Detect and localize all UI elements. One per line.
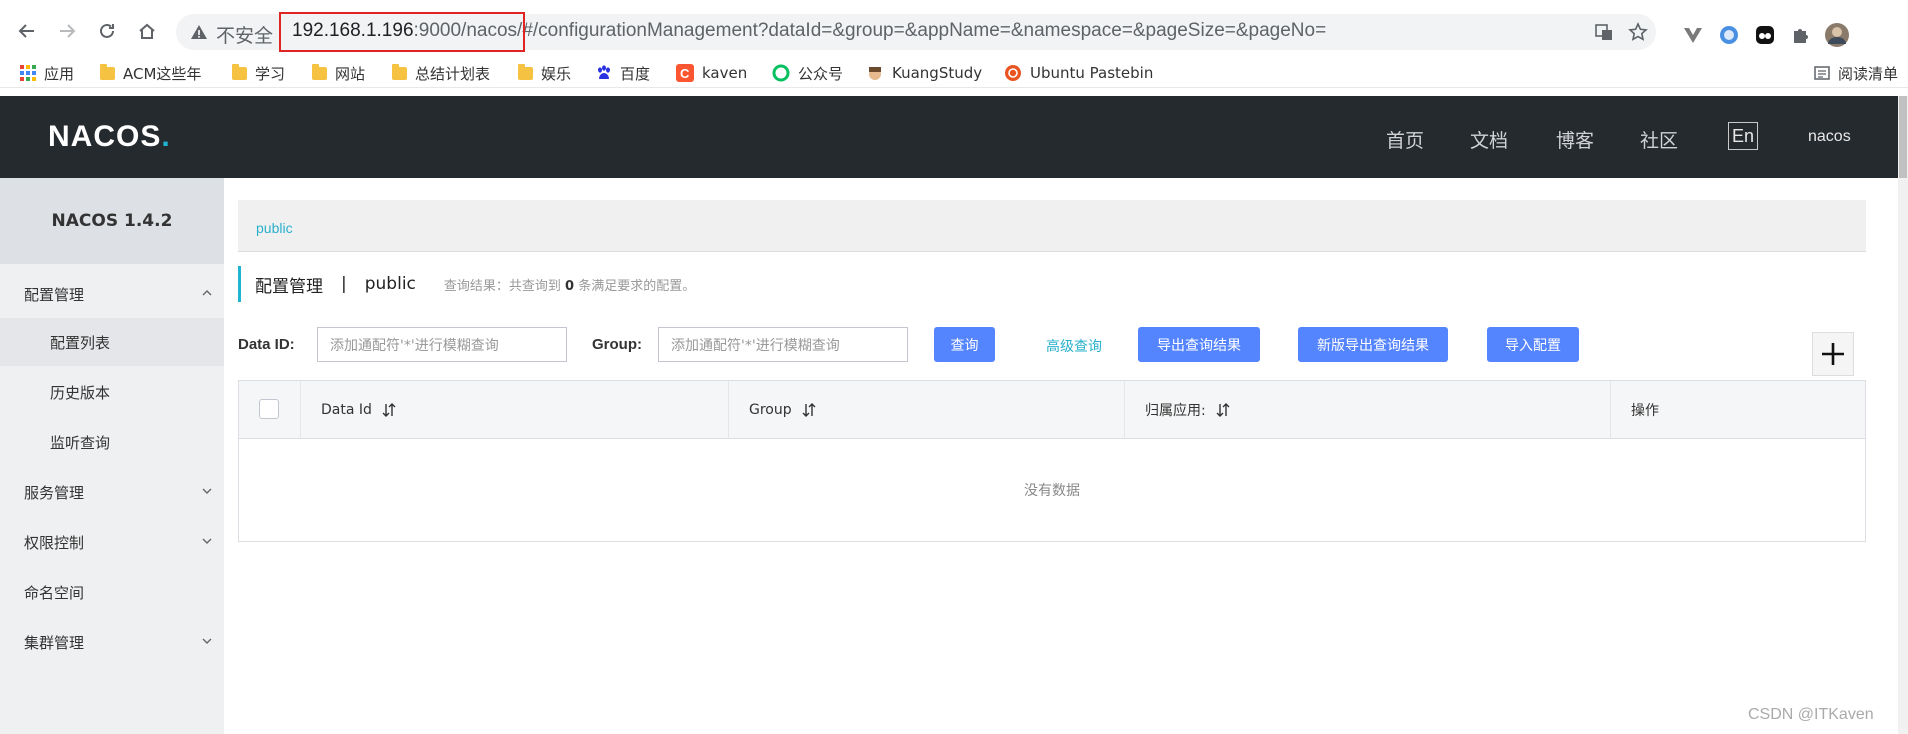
watermark: CSDN @ITKaven [1748,706,1874,723]
folder-icon [518,63,533,80]
config-table: Data Id Group 归属应用: 操作 没有数据 [238,380,1866,542]
warning-icon [191,25,207,39]
puzzle-icon[interactable] [1788,22,1814,48]
address-bar[interactable]: 不安全 192.168.1.196:9000/nacos/#/configura… [176,12,1656,52]
back-icon[interactable] [14,18,40,44]
home-icon[interactable] [134,18,160,44]
empty-state: 没有数据 [1024,483,1080,499]
import-config-button[interactable]: 导入配置 [1487,327,1579,362]
nav-community[interactable]: 社区 [1640,126,1678,153]
page-scrollbar[interactable] [1898,96,1908,734]
select-all-checkbox[interactable] [259,399,279,419]
nav-docs[interactable]: 文档 [1470,126,1508,153]
sidebar-item-history[interactable]: 历史版本 [0,368,224,416]
table-header: Data Id Group 归属应用: 操作 [239,381,1865,439]
sort-icon[interactable] [802,402,816,418]
bookmark-kuangstudy[interactable]: KuangStudy [866,62,982,84]
column-group[interactable]: Group [729,381,1125,439]
sidebar-item-cluster-management[interactable]: 集群管理 [0,618,224,666]
star-icon[interactable] [1628,22,1648,42]
folder-icon [392,63,407,80]
bookmark-fun[interactable]: 娱乐 [518,62,571,84]
namespace-bar: public [238,200,1866,252]
column-actions: 操作 [1631,403,1659,419]
export-button[interactable]: 导出查询结果 [1138,327,1260,362]
sidebar-item-service-management[interactable]: 服务管理 [0,468,224,516]
reading-list-icon [1814,66,1830,80]
sort-icon[interactable] [382,402,396,418]
csdn-c-icon: C [676,64,694,82]
apps-grid-icon [20,65,36,81]
user-name[interactable]: nacos [1808,128,1851,146]
add-config-button[interactable] [1812,332,1854,376]
svg-text:C: C [680,66,690,81]
bookmark-kaven[interactable]: C kaven [676,62,747,84]
bookmarks-bar: 应用 ACM这些年 学习 网站 总结计划表 娱乐 百度 C kaven 公众号 … [0,58,1908,88]
plus-icon [1822,343,1844,365]
ubuntu-icon [1005,65,1021,81]
bookmark-baidu[interactable]: 百度 [596,62,650,84]
avatar[interactable] [1824,22,1850,48]
baidu-paw-icon [598,65,610,79]
folder-icon [312,63,327,80]
group-input[interactable]: 添加通配符'*'进行模糊查询 [658,327,908,362]
language-toggle-button[interactable]: En [1728,122,1758,150]
dataid-input[interactable]: 添加通配符'*'进行模糊查询 [317,327,567,362]
reload-icon[interactable] [94,18,120,44]
folder-icon [100,63,115,80]
sidebar-item-config-list[interactable]: 配置列表 [0,318,224,366]
query-button[interactable]: 查询 [934,327,995,362]
nacos-logo[interactable]: NACOS. [48,120,171,154]
chevron-down-icon [202,538,212,544]
advanced-query-link[interactable]: 高级查询 [1046,336,1102,356]
select-all-cell [239,381,301,439]
folder-icon [232,63,247,80]
translate-icon[interactable] [1594,22,1614,42]
chevron-up-icon [202,290,212,296]
nav-blog[interactable]: 博客 [1556,126,1594,153]
sidebar: NACOS 1.4.2 配置管理 配置列表 历史版本 监听查询 服务管理 权限控… [0,178,224,734]
scrollbar-thumb[interactable] [1899,96,1907,178]
bookmark-ubuntu-pastebin[interactable]: Ubuntu Pastebin [1004,62,1153,84]
extension-blue-icon[interactable] [1716,22,1742,48]
reading-list[interactable]: 阅读清单 [1814,62,1898,84]
wechat-icon [772,64,790,82]
forward-icon[interactable] [54,18,80,44]
chevron-down-icon [202,488,212,494]
bookmark-apps[interactable]: 应用 [20,62,74,84]
bookmark-plan[interactable]: 总结计划表 [392,62,490,84]
dataid-label: Data ID: [238,336,295,353]
insecure-label: 不安全 [216,25,274,47]
browser-toolbar: 不安全 192.168.1.196:9000/nacos/#/configura… [0,0,1908,62]
group-label: Group: [592,336,642,353]
nav-home[interactable]: 首页 [1386,126,1424,153]
vue-devtools-icon[interactable] [1680,22,1706,48]
new-export-button[interactable]: 新版导出查询结果 [1298,327,1448,362]
sidebar-title: NACOS 1.4.2 [0,178,224,264]
sidebar-item-namespace[interactable]: 命名空间 [0,568,224,616]
bookmark-acm[interactable]: ACM这些年 [100,62,201,84]
result-summary: 查询结果：共查询到 0 条满足要求的配置。 [443,278,696,294]
sort-icon[interactable] [1216,402,1230,418]
bookmark-study[interactable]: 学习 [232,62,285,84]
bookmark-wechat[interactable]: 公众号 [772,62,843,84]
url-highlight-box [279,12,525,52]
chevron-down-icon [202,638,212,644]
sidebar-item-listener-query[interactable]: 监听查询 [0,418,224,466]
page-title: 配置管理 | public 查询结果：共查询到 0 条满足要求的配置。 [238,266,695,302]
sidebar-item-config-management[interactable]: 配置管理 [0,270,224,318]
bookmark-sites[interactable]: 网站 [312,62,365,84]
namespace-public-link[interactable]: public [256,220,293,236]
extension-dark-icon[interactable] [1752,22,1778,48]
nacos-header: NACOS. 首页 文档 博客 社区 En nacos [0,96,1898,178]
sidebar-item-access-control[interactable]: 权限控制 [0,518,224,566]
column-app[interactable]: 归属应用: [1125,381,1611,439]
column-data-id[interactable]: Data Id [301,381,729,439]
kuangstudy-icon [869,67,881,80]
